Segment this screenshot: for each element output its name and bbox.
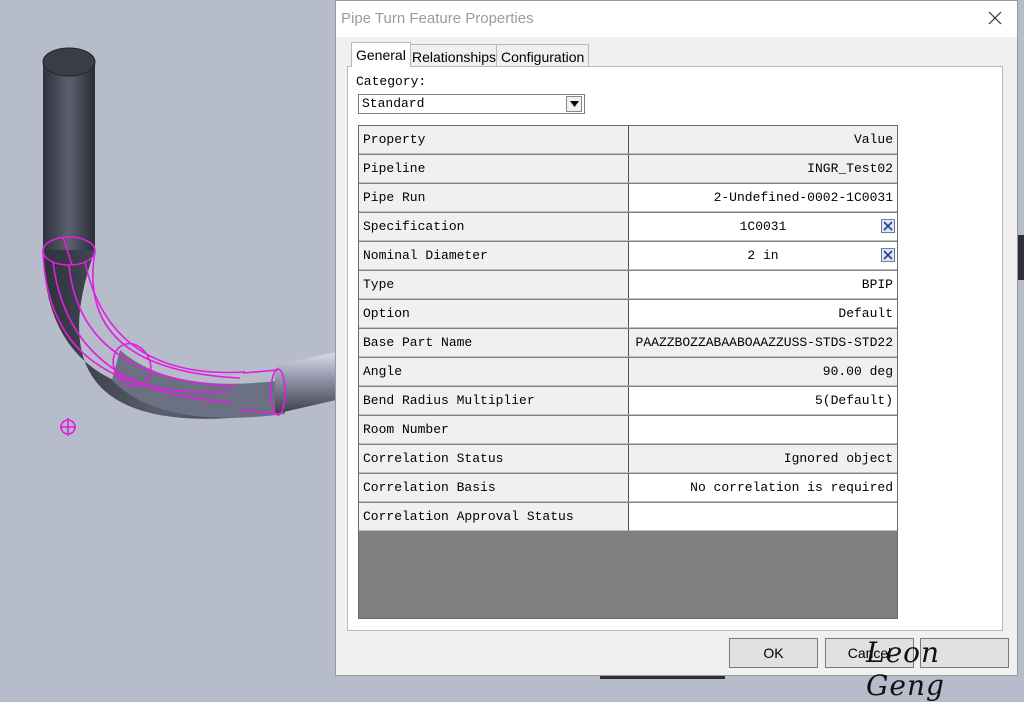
table-row[interactable]: Angle 90.00 deg [359, 358, 897, 387]
dropdown-arrow-button[interactable] [566, 96, 582, 112]
property-name: Nominal Diameter [359, 242, 629, 270]
property-value[interactable] [629, 503, 897, 531]
table-row[interactable]: Correlation Approval Status [359, 503, 897, 532]
property-value-cell[interactable]: 1C0031 [629, 213, 897, 241]
property-value: 2 in [747, 248, 779, 263]
table-row[interactable]: Bend Radius Multiplier 5(Default) [359, 387, 897, 416]
table-row[interactable]: Correlation Basis No correlation is requ… [359, 474, 897, 503]
table-row[interactable]: Correlation Status Ignored object [359, 445, 897, 474]
origin-marker-icon [60, 418, 76, 436]
table-row[interactable]: Base Part Name PAAZZBOZZABAABOAAZZUSS-ST… [359, 329, 897, 358]
table-row[interactable]: Specification 1C0031 [359, 213, 897, 242]
header-property: Property [359, 126, 629, 154]
property-name: Bend Radius Multiplier [359, 387, 629, 415]
category-label: Category: [356, 74, 427, 89]
property-name: Room Number [359, 416, 629, 444]
table-row[interactable]: Room Number [359, 416, 897, 445]
title-bar[interactable]: Pipe Turn Feature Properties [336, 1, 1017, 37]
property-name: Correlation Approval Status [359, 503, 629, 531]
chevron-down-icon [569, 101, 579, 107]
property-value: INGR_Test02 [629, 155, 897, 183]
table-row[interactable]: Pipe Run 2-Undefined-0002-1C0031 [359, 184, 897, 213]
tab-relationships[interactable]: Relationships [407, 44, 502, 66]
property-value: No correlation is required [629, 474, 897, 502]
grid-header: Property Value [359, 126, 897, 155]
close-icon [988, 11, 1002, 25]
close-button[interactable] [981, 5, 1009, 31]
property-name: Angle [359, 358, 629, 386]
property-value[interactable] [629, 416, 897, 444]
tab-configuration[interactable]: Configuration [496, 44, 590, 66]
tab-general[interactable]: General [351, 42, 411, 67]
table-row[interactable]: Nominal Diameter 2 in [359, 242, 897, 271]
header-value: Value [629, 126, 897, 154]
author-watermark: Leon Geng [866, 636, 945, 702]
property-value: Ignored object [629, 445, 897, 473]
table-row[interactable]: Option Default [359, 300, 897, 329]
category-value: Standard [362, 96, 425, 111]
dialog-title: Pipe Turn Feature Properties [341, 10, 534, 27]
property-value: PAAZZBOZZABAABOAAZZUSS-STDS-STD22 [629, 329, 897, 357]
property-value-cell[interactable]: 2 in [629, 242, 897, 270]
property-value: 5(Default) [629, 387, 897, 415]
property-name: Base Part Name [359, 329, 629, 357]
ok-button[interactable]: OK [729, 638, 818, 668]
property-name: Option [359, 300, 629, 328]
property-value: 90.00 deg [629, 358, 897, 386]
picker-icon[interactable] [881, 248, 895, 262]
property-value: 1C0031 [739, 219, 787, 234]
property-name: Correlation Basis [359, 474, 629, 502]
property-name: Pipeline [359, 155, 629, 183]
property-value: 2-Undefined-0002-1C0031 [629, 184, 897, 212]
table-row[interactable]: Type BPIP [359, 271, 897, 300]
property-name: Specification [359, 213, 629, 241]
property-value: BPIP [629, 271, 897, 299]
table-row[interactable]: Pipeline INGR_Test02 [359, 155, 897, 184]
property-name: Correlation Status [359, 445, 629, 473]
viewport-edge [1018, 235, 1024, 280]
category-dropdown[interactable]: Standard [358, 94, 585, 114]
property-grid[interactable]: Property Value Pipeline INGR_Test02 Pipe… [358, 125, 898, 619]
property-name: Type [359, 271, 629, 299]
picker-icon[interactable] [881, 219, 895, 233]
property-name: Pipe Run [359, 184, 629, 212]
properties-dialog: Pipe Turn Feature Properties General Rel… [335, 0, 1018, 676]
property-value: Default [629, 300, 897, 328]
